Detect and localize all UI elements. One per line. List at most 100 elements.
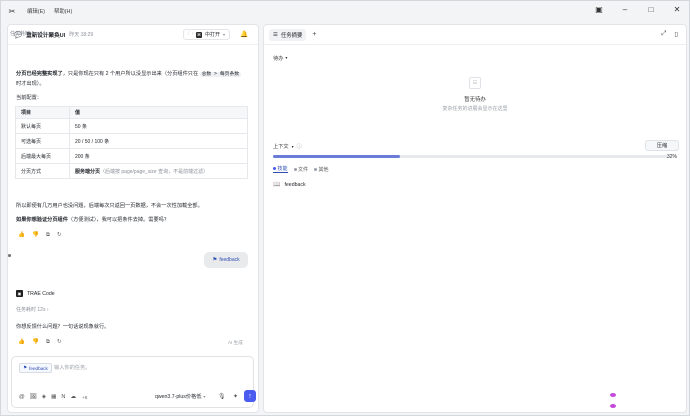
window-controls: ▣ – □ ✕ [593, 5, 683, 15]
floating-dot-icon [610, 393, 616, 397]
book-icon: 📖 [273, 182, 281, 188]
context-label: 上下文 [273, 144, 289, 150]
skill-item[interactable]: 📖 feedback [273, 181, 306, 189]
tab-files[interactable]: 文件 [293, 165, 309, 173]
assistant-paragraph: 分页已经完整实现了，只是你现在只有 2 个用户所以没显示出来（分页组件只在 总数… [16, 70, 244, 88]
files-dot-icon [293, 167, 297, 171]
trae-logo-icon: ▣ [16, 290, 23, 297]
config-heading: 当前配置： [16, 95, 42, 101]
task-time[interactable]: 任务耗时 1m 14s › [10, 30, 51, 37]
open-label: 中打开 [205, 32, 221, 38]
context-progress-bar [273, 155, 669, 158]
layout-icon[interactable]: ▣ [593, 5, 605, 15]
empty-todo-subtitle: 复杂任务的进展会显示在这里 [442, 106, 508, 112]
floating-assistant[interactable] [610, 393, 616, 415]
assistant-name: ▣ TRAE Code [16, 290, 55, 297]
table-header-item: 项目 [15, 106, 70, 119]
info-icon[interactable]: ⓘ [297, 143, 302, 150]
tab-files-label: 文件 [298, 166, 309, 173]
folder-icon: 🗀 [188, 30, 194, 37]
maximize-icon[interactable]: □ [645, 5, 657, 15]
tab-task-summary[interactable]: ☰ 任务摘要 [269, 28, 307, 41]
list-icon: ☰ [273, 31, 278, 38]
para4-bold: 如果你想验证分页组件 [16, 217, 68, 223]
assistant-name-label: TRAE Code [27, 290, 55, 297]
copy-icon[interactable]: ⧉ [46, 339, 50, 346]
table-cell: 50 条 [69, 118, 248, 134]
chevron-down-icon: ▾ [223, 32, 226, 37]
minimize-icon[interactable]: – [619, 5, 631, 15]
chevron-right-icon: › [46, 307, 49, 313]
chevron-down-icon: ▾ [285, 55, 288, 60]
chevron-down-icon: ▾ [291, 144, 294, 149]
compress-button[interactable]: 压缩 [645, 140, 679, 151]
floating-dot-icon [610, 404, 616, 408]
assistant-paragraph-3: 如果你想验证分页组件（方便测试），我可以把条件去掉。需要吗？ [16, 216, 248, 223]
thumbs-up-icon[interactable]: 👍 [18, 339, 25, 346]
table-cell-bold: 服务端分页 [75, 168, 101, 175]
editor-icon: ⌘ [196, 31, 203, 38]
table-row: 默认每页 50 条 [15, 118, 248, 134]
close-icon[interactable]: ✕ [671, 5, 683, 15]
context-tabs: 技能 文件 其他 [273, 165, 329, 173]
todo-section-toggle[interactable]: 待办 ▾ [273, 55, 287, 62]
context-percent: 32% [667, 154, 678, 160]
todo-label: 待办 [273, 56, 284, 62]
empty-todo-title: 暂无待办 [464, 97, 486, 103]
context-progress-fill [273, 155, 400, 158]
ai-generated-label: AI 生成 [228, 340, 243, 345]
context-section-toggle[interactable]: 上下文 ▾ ⓘ [273, 143, 302, 150]
table-cell: 分页方式 [15, 163, 70, 179]
user-message-bubble[interactable]: ⚑ feedback [204, 252, 248, 268]
task-time-2[interactable]: 任务耗时 12s › [16, 306, 49, 313]
tab-skills[interactable]: 技能 [273, 165, 288, 173]
right-tab-bar: ☰ 任务摘要 + ⤢ ▯ [264, 25, 686, 45]
table-cell: 服务端分页（后端按 page/page_size 查询，不是前端过滤） [69, 163, 248, 179]
skill-item-label: feedback [284, 181, 306, 188]
panel-toggle-icon[interactable]: ▯ [674, 30, 678, 38]
copy-icon[interactable]: ⧉ [46, 232, 50, 239]
open-in-editor-button[interactable]: 🗀 ⌘ 中打开 ▾ [183, 29, 231, 40]
table-row: 后端最大每页 200 条 [15, 148, 248, 164]
table-header-value: 值 [69, 106, 248, 119]
thumbs-down-icon[interactable]: 👎 [32, 339, 39, 346]
assistant-paragraph-2: 所以即便有几万用户也没问题，后端每次只返回一页数据，不会一次性加载全部。 [16, 203, 203, 209]
bell-icon[interactable]: 🔔 [240, 30, 248, 38]
retry-icon[interactable]: ↻ [57, 339, 62, 346]
right-panel-tools: ⤢ ▯ [661, 30, 678, 38]
other-dot-icon [314, 167, 318, 171]
tab-task-summary-label: 任务摘要 [280, 32, 303, 39]
empty-todo-icon: ☷ [469, 77, 481, 89]
message-actions: 👍 👎 ⧉ ↻ [18, 232, 62, 239]
timeline-dot [8, 254, 11, 257]
config-table: 项目 值 默认每页 50 条 可选每页 20 / 50 / 100 条 后端最大… [15, 106, 248, 179]
para1-tail: 时才出现）。 [16, 80, 45, 87]
task-time-2-label: 任务耗时 12s [16, 307, 46, 313]
thumbs-down-icon[interactable]: 👎 [32, 232, 39, 239]
table-cell: 200 条 [69, 148, 248, 164]
inline-code: 总数 > 每页条数 [199, 72, 242, 77]
tab-other[interactable]: 其他 [314, 165, 329, 173]
thumbs-up-icon[interactable]: 👍 [18, 232, 25, 239]
title-bar: ✂ 编辑(E) 帮助(H) ▣ – □ ✕ [1, 1, 689, 21]
menu-help[interactable]: 帮助(H) [54, 7, 72, 15]
tab-skills-label: 技能 [277, 166, 288, 172]
table-cell-hint: （后端按 page/page_size 查询，不是前端过滤） [100, 168, 209, 175]
chevron-right-icon: › [49, 31, 51, 37]
message-actions-2: 👍 👎 ⧉ ↻ [18, 339, 62, 346]
para1-text: ，只是你现在只有 2 个用户所以没显示出来（分页组件只在 [62, 71, 199, 77]
task-summary-panel: ☰ 任务摘要 + ⤢ ▯ 待办 ▾ ☷ 暂无待办 复杂任务的进展会显示在这里 上… [263, 24, 687, 413]
expand-icon[interactable]: ⤢ [661, 30, 666, 38]
table-row: 可选每页 20 / 50 / 100 条 [15, 133, 248, 149]
user-message-text: feedback [219, 257, 240, 263]
para1-bold: 分页已经完整实现了 [16, 71, 63, 77]
retry-icon[interactable]: ↻ [57, 232, 62, 239]
table-cell: 后端最大每页 [15, 148, 70, 164]
table-cell: 20 / 50 / 100 条 [69, 133, 248, 149]
menu-edit[interactable]: 编辑(E) [27, 7, 45, 15]
chat-time: 昨天 18:29 [69, 32, 94, 38]
table-header-row: 项目 值 [15, 106, 248, 119]
add-tab-icon[interactable]: + [312, 31, 316, 38]
assistant-paragraph-4: 你想反馈什么问题？一句话说现象就行。 [16, 324, 110, 330]
para4-text: （方便测试），我可以把条件去掉。需要吗？ [67, 217, 170, 223]
